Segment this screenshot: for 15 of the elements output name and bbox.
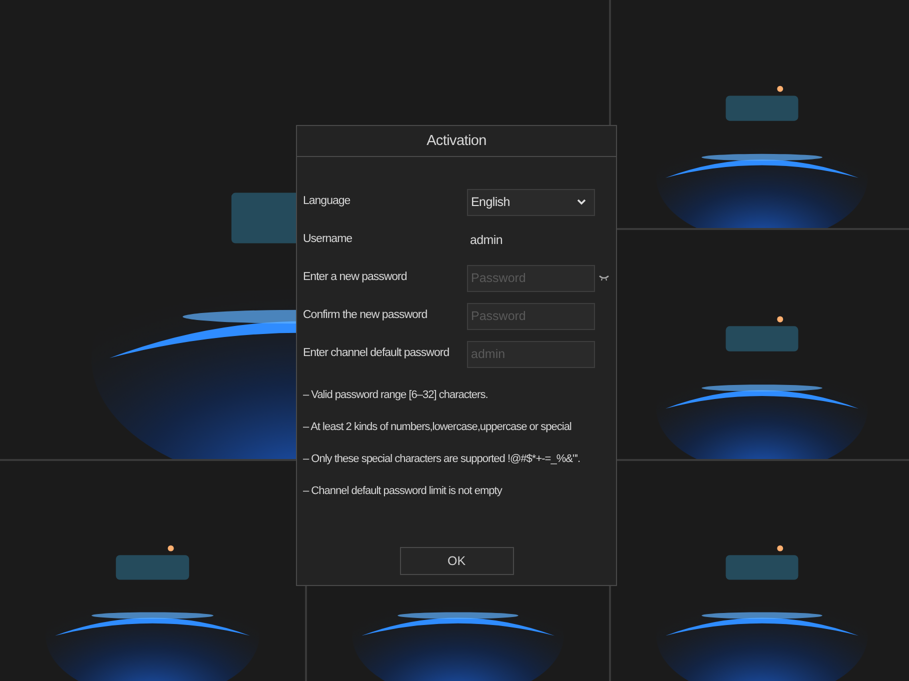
field-label: Enter channel default password — [303, 346, 450, 362]
field-label: Username — [303, 232, 354, 248]
closed-eye-icon[interactable] — [599, 275, 609, 281]
field-label: Enter a new password — [303, 270, 408, 286]
language-select[interactable]: English — [467, 188, 595, 216]
note-text: – Only these special characters are supported !@#$*+-=_%&"'. — [303, 452, 580, 467]
dialog-title: Activation — [297, 126, 616, 157]
chevron-down-icon — [577, 199, 586, 205]
field-label: Language — [303, 194, 352, 210]
ok-button[interactable]: OK — [400, 547, 514, 575]
note-text: – Channel default password limit is not empty — [303, 484, 502, 499]
username-value: admin — [469, 232, 504, 249]
note-text: – Valid password range [6–32] characters. — [303, 388, 488, 403]
note-text: – At least 2 kinds of numbers,lowercase,uppercase or special — [303, 420, 572, 435]
field-label: Confirm the new password — [303, 308, 428, 324]
